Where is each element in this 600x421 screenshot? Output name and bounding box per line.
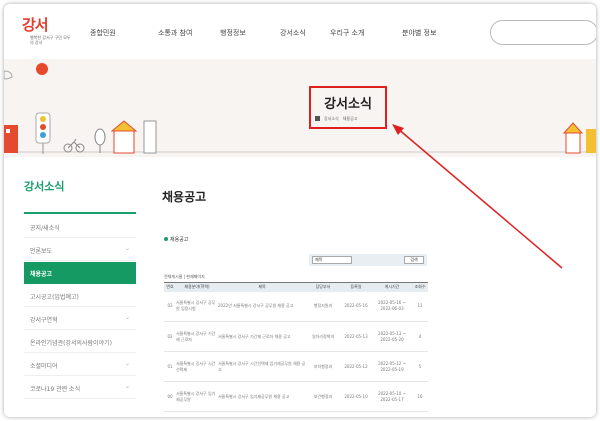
nav-item-field-info[interactable]: 분야별 정보 [402, 28, 436, 38]
logo-subtitle: 행복한 강서구 구민 모두의 강서 [30, 35, 71, 45]
chevron-down-icon: ⌄ [124, 314, 130, 321]
main-content: 채용공고 채용공고 제목 검색 전체게시물 | 현재페이지 번호 채용분야(학력… [154, 164, 444, 417]
sidebar-item-notice[interactable]: 공지/새소식 [24, 216, 136, 238]
sidebar-item-announcements[interactable]: 고시공고(입법예고) [24, 285, 136, 307]
logo-mark: 강서 [22, 16, 49, 34]
table-header-row: 번호 채용분야(학력) 제목 담당부서 등록일 게시기간 조회수 [164, 282, 428, 292]
table-row[interactable]: 01 서울특별시 강서구 시간선택제 서울특별시 강서구 시간선택제 임기제공무… [164, 351, 428, 382]
col-period: 게시기간 [372, 282, 412, 292]
col-department: 담당부서 [306, 282, 340, 292]
search-input[interactable] [490, 20, 596, 45]
chevron-down-icon: ⌄ [124, 360, 130, 367]
board-search: 제목 검색 [309, 254, 427, 266]
chevron-down-icon: ⌄ [124, 245, 130, 252]
sidebar-item-press[interactable]: 언론보도 ⌄ [24, 239, 136, 261]
col-views: 조회수 [412, 282, 428, 292]
section-heading: 채용공고 [164, 236, 188, 243]
divider [24, 212, 136, 214]
search-button[interactable]: 검색 [404, 256, 424, 264]
page-banner: 강서소식 강서소식 채용공고 [4, 59, 596, 157]
nav-item-admin-info[interactable]: 행정정보 [220, 28, 246, 38]
home-icon[interactable] [315, 116, 320, 121]
sidebar-title: 강서소식 [24, 180, 65, 193]
col-number: 번호 [164, 282, 176, 292]
chevron-down-icon: ⌄ [124, 383, 130, 390]
sidebar-item-history[interactable]: 강서구연혁 ⌄ [24, 308, 136, 330]
col-title: 제목 [218, 282, 306, 292]
bullet-icon [164, 237, 168, 241]
nav-item-news[interactable]: 강서소식 [280, 28, 306, 38]
nav-item-civil[interactable]: 종합민원 [90, 28, 116, 38]
sidebar: 강서소식 공지/새소식 언론보도 ⌄ 채용공고 고시공고(입법예고) 강서구연혁 ⌄… [18, 164, 138, 417]
banner-illustration [4, 63, 596, 154]
sidebar-item-social-media[interactable]: 소셜미디어 ⌄ [24, 354, 136, 376]
banner-title: 강서소식 [324, 97, 372, 112]
sidebar-item-covid[interactable]: 코로나19 관련 소식 ⌄ [24, 377, 136, 399]
page-title: 채용공고 [162, 190, 207, 204]
sidebar-item-recruitment[interactable]: 채용공고 [24, 262, 136, 284]
col-field: 채용분야(학력) [176, 282, 218, 292]
post-title-link[interactable]: 서울특별시 강서구 시간선택제 임기제공무원 채용 공고 [218, 351, 306, 382]
table-row[interactable]: 03 서울특별시 강서구 공무원 임용시험 2022년 서울특별시 강서구 공무… [164, 291, 428, 322]
table-row[interactable]: 00 서울특별시 강서구 임기제공무원 서울특별시 강서구 임기제공무원 채용 … [164, 381, 428, 412]
breadcrumb-item[interactable]: 강서소식 [324, 116, 339, 121]
nav-item-about[interactable]: 우리구 소개 [330, 28, 364, 38]
breadcrumb-item[interactable]: 채용공고 [343, 116, 358, 121]
nav-item-communication[interactable]: 소통과 참여 [158, 28, 192, 38]
search-field-select[interactable]: 제목 [312, 256, 352, 264]
post-title-link[interactable]: 서울특별시 강서구 기간제 근로자 채용 공고 [218, 321, 306, 352]
post-count: 전체게시물 | 현재페이지 [164, 274, 205, 279]
post-title-link[interactable]: 2022년 서울특별시 강서구 공무원 채용 공고 [218, 291, 306, 322]
site-header: 강서 행복한 강서구 구민 모두의 강서 종합민원 소통과 참여 행정정보 강서… [4, 4, 596, 59]
browser-frame: 강서 행복한 강서구 구민 모두의 강서 종합민원 소통과 참여 행정정보 강서… [4, 4, 596, 417]
recruitment-table: 번호 채용분야(학력) 제목 담당부서 등록일 게시기간 조회수 03 서울특별… [164, 282, 428, 412]
site-logo[interactable]: 강서 행복한 강서구 구민 모두의 강서 [22, 14, 74, 52]
breadcrumb: 강서소식 채용공고 [315, 116, 385, 122]
post-title-link[interactable]: 서울특별시 강서구 임기제공무원 채용 공고 [218, 381, 306, 412]
banner-title-highlight: 강서소식 강서소식 채용공고 [309, 86, 387, 129]
sidebar-item-memorial[interactable]: 온라인기념관(강서의사람이야기) [24, 331, 136, 353]
col-date: 등록일 [340, 282, 372, 292]
table-row[interactable]: 02 서울특별시 강서구 기간제 근로자 서울특별시 강서구 기간제 근로자 채… [164, 321, 428, 352]
